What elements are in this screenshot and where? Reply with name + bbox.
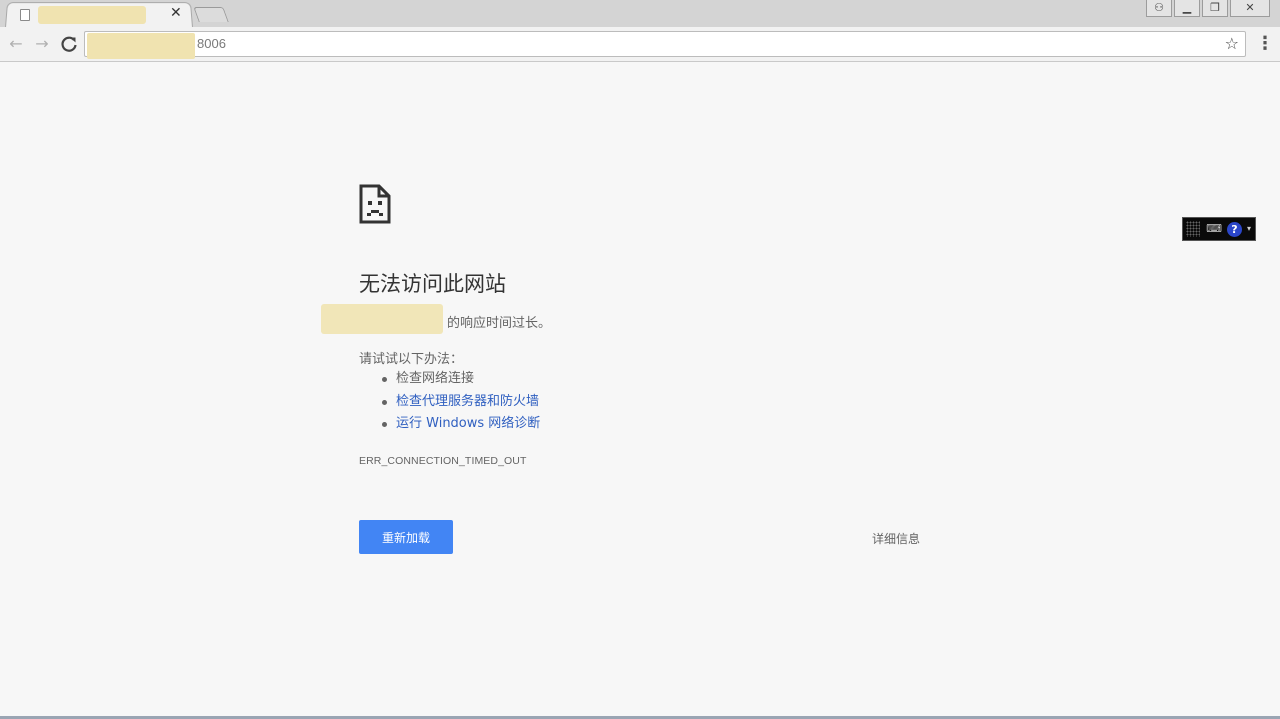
error-code: ERR_CONNECTION_TIMED_OUT — [359, 455, 527, 467]
keyboard-icon[interactable]: ⌨ — [1206, 222, 1222, 236]
page-icon — [20, 9, 30, 21]
suggestions-heading: 请试试以下办法： — [359, 352, 464, 367]
restore-icon[interactable]: ❐ — [1202, 0, 1228, 17]
details-button[interactable]: 详细信息 — [860, 528, 932, 548]
forward-arrow-icon[interactable]: → — [32, 34, 52, 54]
user-profile-icon[interactable]: ⚇ — [1146, 0, 1172, 17]
address-bar[interactable]: 8006 ☆ — [84, 31, 1246, 59]
browser-menu-icon[interactable]: ⋮ — [1256, 34, 1274, 54]
tab-content[interactable] — [14, 3, 186, 27]
error-reason: 的响应时间过长。 — [447, 316, 552, 331]
tab-title-redacted — [38, 6, 146, 24]
suggestion-windows-diagnostics-link[interactable]: 运行 Windows 网络诊断 — [359, 413, 540, 436]
ime-toolbar[interactable]: ⌨ ? ▾ — [1182, 217, 1256, 241]
drag-handle-icon[interactable] — [1186, 221, 1200, 237]
browser-titlebar: ✕ ⚇ ▁ ❐ ✕ — [0, 0, 1280, 29]
url-text: 8006 — [197, 36, 226, 51]
hostname-redaction — [321, 304, 443, 334]
window-close-icon[interactable]: ✕ — [1230, 0, 1270, 17]
suggestions-list: 检查网络连接 检查代理服务器和防火墙 运行 Windows 网络诊断 — [359, 368, 540, 436]
new-tab-button[interactable] — [193, 7, 229, 22]
sad-page-icon — [359, 184, 391, 224]
error-title: 无法访问此网站 — [359, 272, 506, 296]
back-arrow-icon[interactable]: ← — [6, 34, 26, 54]
minimize-icon[interactable]: ▁ — [1174, 0, 1200, 17]
tab-close-icon[interactable]: ✕ — [170, 5, 182, 21]
browser-toolbar: ← → 8006 ☆ ⋮ — [0, 27, 1280, 62]
suggestion-check-network: 检查网络连接 — [359, 368, 540, 391]
window-controls: ⚇ ▁ ❐ ✕ — [1146, 0, 1270, 18]
chevron-down-icon[interactable]: ▾ — [1247, 224, 1251, 234]
suggestion-check-proxy-link[interactable]: 检查代理服务器和防火墙 — [359, 391, 540, 414]
reload-button[interactable]: 重新加载 — [359, 520, 453, 554]
reload-icon[interactable] — [59, 34, 79, 54]
url-redaction — [87, 33, 195, 59]
help-icon[interactable]: ? — [1226, 221, 1242, 237]
bookmark-star-icon[interactable]: ☆ — [1225, 34, 1239, 53]
